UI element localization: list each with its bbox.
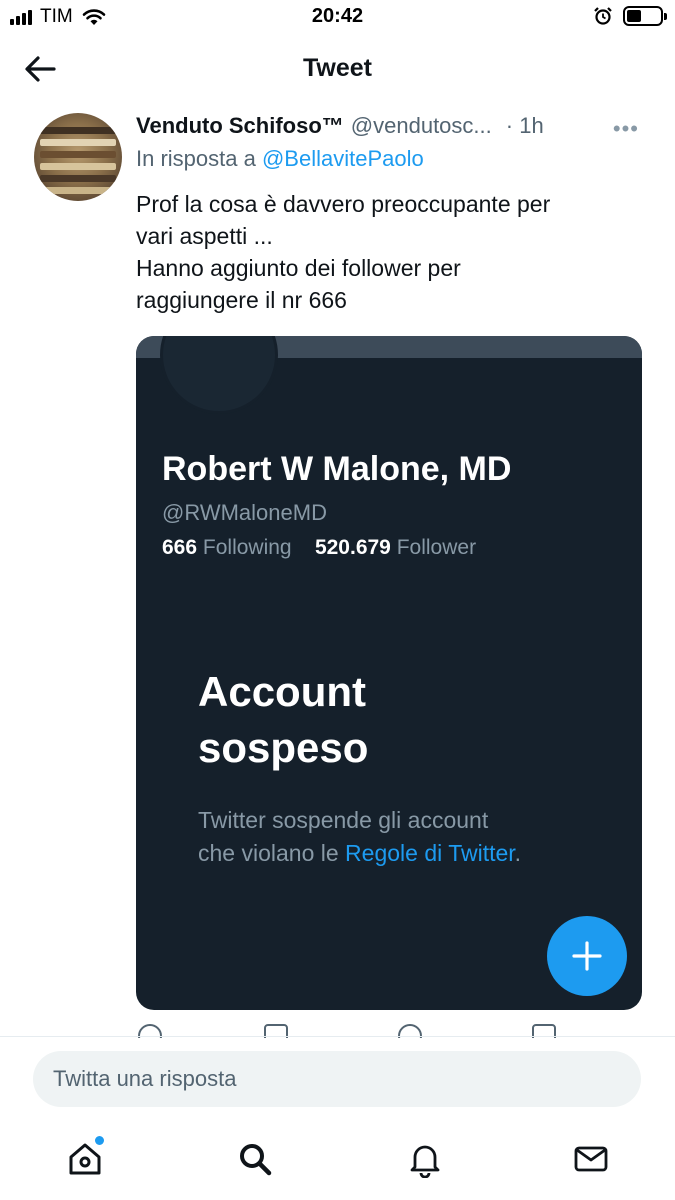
author-avatar[interactable] [34, 113, 122, 201]
reply-bar [0, 1036, 675, 1120]
profile-avatar [160, 336, 278, 414]
compose-fab [547, 916, 627, 996]
home-icon [69, 1143, 101, 1175]
rules-link: Regole di Twitter [345, 840, 515, 866]
profile-name: Robert W Malone, MD [162, 450, 512, 488]
notification-dot [95, 1136, 104, 1145]
suspended-title: Account sospeso [198, 664, 498, 776]
tweet-header: Venduto Schifoso™ @vendutosc... · 1h [136, 110, 646, 142]
profile-handle: @RWMaloneMD [162, 500, 327, 525]
desc-suffix: . [514, 840, 522, 866]
status-right [593, 6, 667, 26]
status-bar: TIM 20:42 [0, 0, 675, 36]
tab-bar [0, 1120, 675, 1200]
status-time: 20:42 [311, 5, 364, 27]
desc-prefix: che violano le [198, 840, 346, 866]
tab-notifications[interactable] [400, 1134, 450, 1184]
tab-messages[interactable] [566, 1134, 616, 1184]
follower-count: 520.679 [314, 536, 391, 559]
tweet-text-line: Prof la cosa è davvero preoccupante per [136, 191, 551, 217]
desc-line-2: che violano le Regole di Twitter. [198, 837, 598, 870]
follower-label: Follower [396, 536, 477, 559]
more-horizontal-icon[interactable]: ••• [613, 116, 639, 142]
alarm-icon [594, 7, 612, 25]
author-name[interactable]: Venduto Schifoso™ [136, 113, 344, 139]
tweet-time: · 1h [505, 113, 544, 138]
tweet-text-line: raggiungere il nr 666 [136, 287, 347, 313]
desc-line: Twitter sospende gli account [198, 807, 489, 833]
tweet-text-line: vari aspetti ... [136, 223, 273, 249]
tweet-media-image[interactable]: Robert W Malone, MD @RWMaloneMD 666 Foll… [136, 336, 642, 1010]
tab-search[interactable] [230, 1134, 280, 1184]
suspended-title-line: Account [198, 668, 366, 715]
search-icon [240, 1144, 272, 1176]
profile-stats: 666 Following 520.679 Follower [162, 536, 476, 560]
reply-input[interactable] [33, 1051, 641, 1107]
top-navigation: Tweet [0, 40, 675, 100]
tweet-text: Prof la cosa è davvero preoccupante per … [136, 188, 636, 316]
plus-icon [572, 941, 602, 971]
tab-home[interactable] [60, 1134, 110, 1184]
reply-to-link[interactable]: @BellavitePaolo [262, 146, 424, 171]
following-label: Following [202, 536, 292, 559]
battery-icon [623, 6, 667, 26]
notifications-icon [410, 1145, 440, 1178]
reply-context: In risposta a @BellavitePaolo [136, 146, 424, 172]
suspended-title-line: sospeso [198, 724, 369, 771]
author-handle[interactable]: @vendutosc... [351, 113, 492, 139]
suspended-description: Twitter sospende gli account che violano… [198, 804, 598, 870]
reply-prefix: In risposta a [136, 146, 256, 171]
page-title: Tweet [303, 54, 372, 82]
tweet-text-line: Hanno aggiunto dei follower per [136, 255, 461, 281]
messages-icon [574, 1146, 608, 1172]
following-count: 666 [162, 536, 198, 559]
